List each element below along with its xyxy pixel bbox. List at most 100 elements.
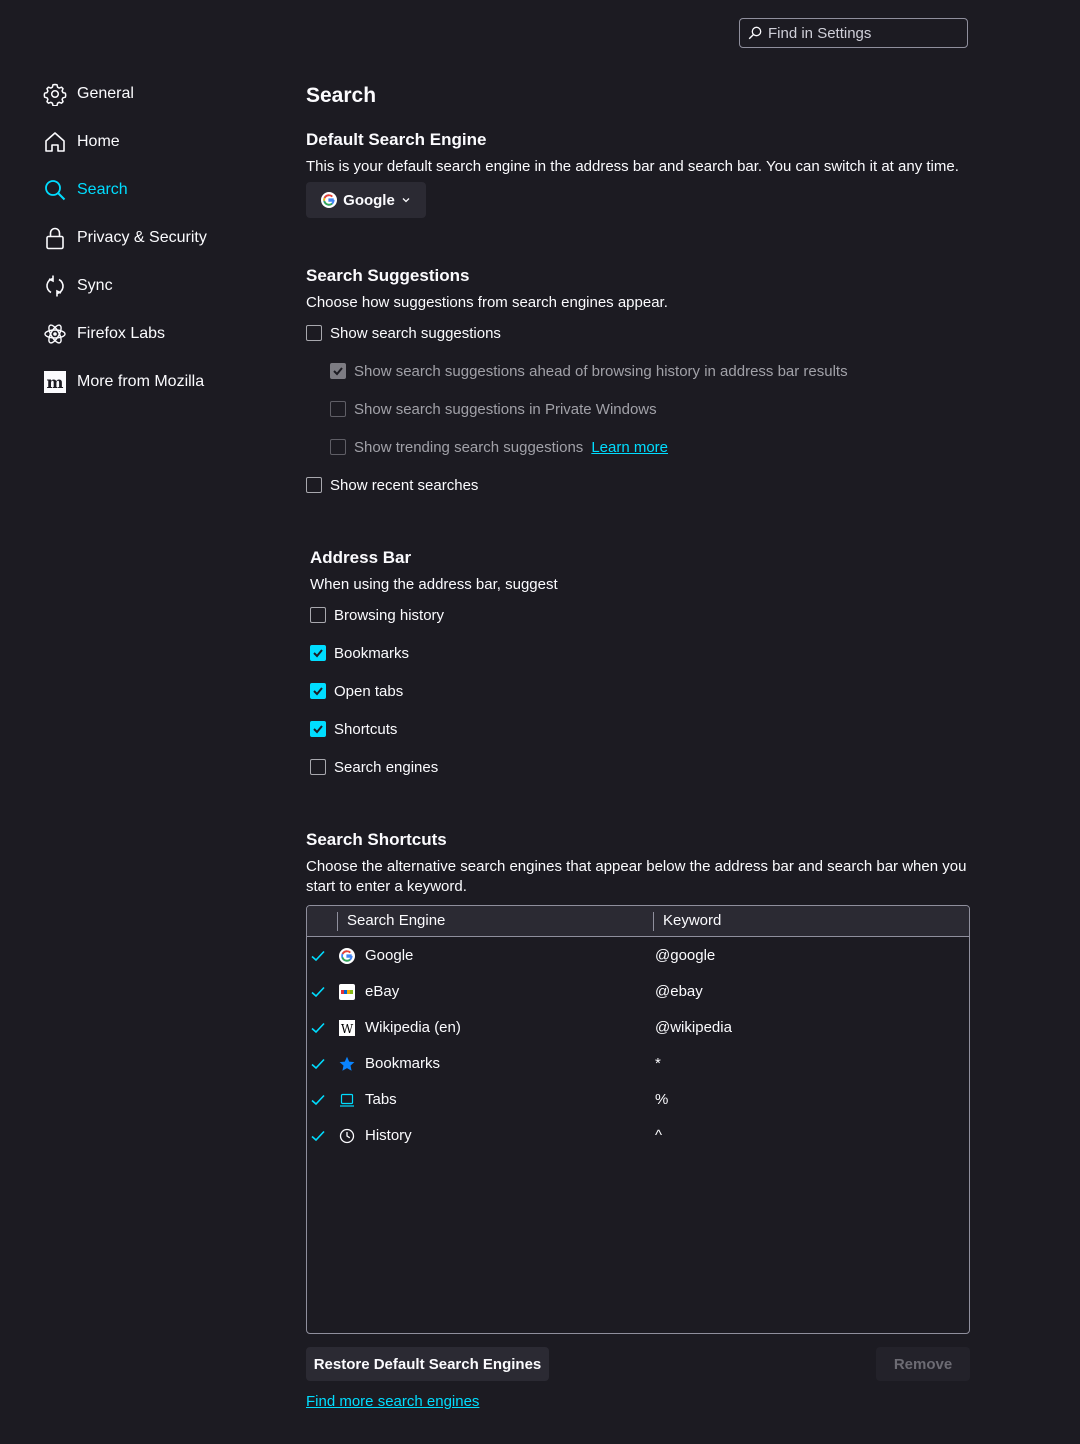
- remove-button[interactable]: Remove: [876, 1347, 970, 1381]
- sync-icon: [42, 273, 68, 299]
- table-row[interactable]: Tabs %: [307, 1082, 969, 1118]
- checkbox[interactable]: [310, 759, 326, 775]
- checkbox[interactable]: [310, 607, 326, 623]
- recent-searches-option[interactable]: Show recent searches: [306, 475, 478, 495]
- default-engine-description: This is your default search engine in th…: [306, 158, 959, 175]
- address-option-shortcuts[interactable]: Shortcuts: [310, 719, 397, 739]
- checkbox-label: Search engines: [334, 758, 439, 776]
- sidebar-item-sync[interactable]: Sync: [42, 270, 113, 302]
- sidebar-item-firefox-labs[interactable]: Firefox Labs: [42, 318, 165, 350]
- checkbox[interactable]: [330, 363, 346, 379]
- checkbox[interactable]: [310, 721, 326, 737]
- sidebar-item-more-from-mozilla[interactable]: m More from Mozilla: [42, 366, 204, 398]
- sidebar-item-label: Firefox Labs: [77, 325, 166, 342]
- checkbox[interactable]: [330, 401, 346, 417]
- column-divider: [653, 912, 654, 931]
- checkbox[interactable]: [306, 477, 322, 493]
- find-in-settings-input[interactable]: [768, 24, 958, 42]
- sidebar-item-general[interactable]: General: [42, 78, 134, 110]
- trending-option[interactable]: Show trending search suggestions Learn m…: [330, 437, 668, 457]
- default-engine-heading: Default Search Engine: [306, 130, 487, 149]
- table-row[interactable]: eBay @ebay: [307, 974, 969, 1010]
- tab-icon: [340, 1093, 354, 1107]
- sidebar-item-home[interactable]: Home: [42, 126, 120, 158]
- svg-text:m: m: [47, 373, 64, 392]
- sidebar-item-label: General: [77, 85, 134, 102]
- address-bar-description: When using the address bar, suggest: [310, 576, 558, 593]
- private-windows-option[interactable]: Show search suggestions in Private Windo…: [330, 399, 657, 419]
- address-option-open-tabs[interactable]: Open tabs: [310, 681, 403, 701]
- checkbox-label: Shortcuts: [334, 720, 398, 738]
- default-engine-dropdown[interactable]: Google: [306, 182, 426, 218]
- suggestions-ahead-option[interactable]: Show search suggestions ahead of browsin…: [330, 361, 848, 381]
- checkbox-label: Show recent searches: [330, 476, 479, 494]
- checkbox-label: Browsing history: [334, 606, 445, 624]
- search-icon: [748, 26, 762, 40]
- address-option-browsing-history[interactable]: Browsing history: [310, 605, 444, 625]
- google-icon: [339, 948, 355, 964]
- shortcuts-description-line1: Choose the alternative search engines th…: [306, 858, 967, 875]
- google-icon: [321, 192, 338, 208]
- checkbox[interactable]: [330, 439, 346, 455]
- checkmark-icon[interactable]: [310, 1092, 326, 1108]
- engine-keyword[interactable]: @wikipedia: [655, 1019, 732, 1036]
- search-shortcuts-table[interactable]: Search Engine Keyword Google @google eBa…: [306, 905, 970, 1334]
- table-row[interactable]: Bookmarks *: [307, 1046, 969, 1082]
- sidebar-item-label: Privacy & Security: [77, 229, 207, 246]
- table-row[interactable]: History ^: [307, 1118, 969, 1154]
- engine-keyword[interactable]: %: [655, 1091, 668, 1108]
- checkmark-icon[interactable]: [310, 1128, 326, 1144]
- checkmark-icon[interactable]: [310, 1056, 326, 1072]
- checkbox[interactable]: [306, 325, 322, 341]
- chevron-down-icon: [402, 198, 410, 203]
- suggestions-description: Choose how suggestions from search engin…: [306, 294, 668, 311]
- checkmark-icon[interactable]: [310, 948, 326, 964]
- column-divider: [337, 912, 338, 931]
- address-bar-heading: Address Bar: [310, 548, 412, 567]
- wikipedia-icon: W: [339, 1020, 355, 1036]
- table-row[interactable]: Google @google: [307, 938, 969, 974]
- engine-name: Tabs: [365, 1091, 397, 1108]
- table-header: Search Engine Keyword: [307, 906, 969, 937]
- suggestions-heading: Search Suggestions: [306, 266, 470, 285]
- default-engine-label: Google: [343, 191, 395, 209]
- shortcuts-heading: Search Shortcuts: [306, 830, 447, 849]
- mozilla-icon: m: [42, 369, 68, 395]
- table-row[interactable]: W Wikipedia (en) @wikipedia: [307, 1010, 969, 1046]
- restore-default-engines-button[interactable]: Restore Default Search Engines: [306, 1347, 549, 1381]
- learn-more-link[interactable]: Learn more: [591, 439, 668, 456]
- check-icon: [313, 649, 323, 658]
- engine-name: eBay: [365, 983, 400, 1000]
- find-more-engines-link[interactable]: Find more search engines: [306, 1393, 479, 1410]
- check-icon: [313, 725, 323, 734]
- labs-icon: [42, 321, 68, 347]
- column-header-engine[interactable]: Search Engine: [347, 912, 445, 929]
- check-icon: [313, 687, 323, 696]
- checkmark-icon[interactable]: [310, 1020, 326, 1036]
- svg-text:W: W: [341, 1022, 354, 1036]
- checkbox[interactable]: [310, 683, 326, 699]
- page-title: Search: [306, 84, 377, 107]
- home-icon: [42, 129, 68, 155]
- address-option-bookmarks[interactable]: Bookmarks: [310, 643, 409, 663]
- sidebar-item-search[interactable]: Search: [42, 174, 128, 206]
- sidebar-item-privacy-security[interactable]: Privacy & Security: [42, 222, 207, 254]
- engine-keyword[interactable]: @google: [655, 947, 715, 964]
- gear-icon: [42, 81, 68, 107]
- engine-keyword[interactable]: ^: [655, 1127, 662, 1144]
- address-option-search-engines[interactable]: Search engines: [310, 757, 438, 777]
- search-icon: [42, 177, 68, 203]
- checkbox-label: Show search suggestions ahead of browsin…: [354, 362, 848, 380]
- sidebar-item-label: More from Mozilla: [77, 373, 205, 390]
- engine-keyword[interactable]: *: [655, 1055, 661, 1072]
- engine-keyword[interactable]: @ebay: [655, 983, 703, 1000]
- clock-icon: [339, 1128, 355, 1144]
- show-suggestions-option[interactable]: Show search suggestions: [306, 323, 501, 343]
- find-in-settings-box[interactable]: [739, 18, 968, 48]
- star-icon: [339, 1056, 355, 1071]
- checkbox[interactable]: [310, 645, 326, 661]
- sidebar-item-label: Search: [77, 181, 128, 198]
- checkmark-icon[interactable]: [310, 984, 326, 1000]
- column-header-keyword[interactable]: Keyword: [663, 912, 721, 929]
- sidebar-item-label: Home: [77, 133, 120, 150]
